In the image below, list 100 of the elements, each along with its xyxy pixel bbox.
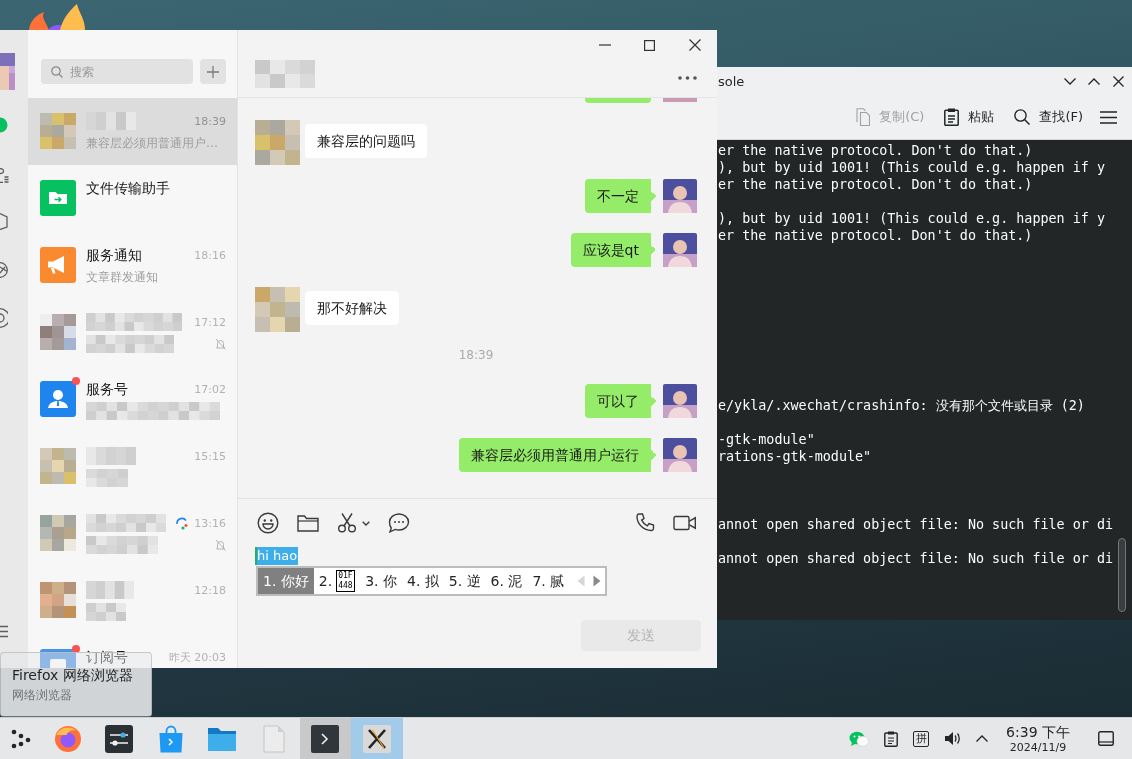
tooltip-title: Firefox 网络浏览器 bbox=[12, 666, 134, 684]
cube-icon[interactable] bbox=[0, 210, 8, 230]
contact-name: 服务通知 bbox=[86, 246, 142, 264]
ime-candidate[interactable]: 7. 腻 bbox=[527, 568, 570, 594]
message-bubble: 不一定 bbox=[585, 179, 656, 213]
window-title: sole bbox=[718, 73, 745, 89]
document-icon bbox=[262, 724, 285, 753]
video-camera-icon[interactable] bbox=[673, 515, 697, 531]
terminal-line: er the native protocol. Don't do that.) bbox=[717, 176, 1034, 193]
pixelated-avatar bbox=[40, 314, 76, 350]
chevron-up-icon[interactable] bbox=[1088, 77, 1100, 85]
close-icon[interactable] bbox=[688, 39, 701, 51]
menu-icon[interactable] bbox=[1100, 110, 1117, 124]
chat-time: 18:39 bbox=[194, 114, 226, 128]
user-avatar[interactable] bbox=[663, 384, 697, 418]
pixelated-avatar bbox=[40, 582, 76, 618]
chat-time: 17:02 bbox=[194, 382, 226, 396]
user-avatar[interactable] bbox=[0, 53, 15, 90]
user-avatar[interactable] bbox=[663, 233, 697, 267]
chat-time: 昨天 20:03 bbox=[168, 649, 226, 665]
pixelated-avatar bbox=[40, 448, 76, 484]
flame-globe-icon bbox=[53, 724, 82, 753]
pixelated-avatar bbox=[255, 120, 300, 165]
clock-date[interactable]: 2024/11/9 bbox=[1009, 740, 1067, 754]
ime-candidate[interactable]: 5. 逆 bbox=[443, 568, 486, 594]
terminal-line: er the native protocol. Don't do that.) bbox=[717, 142, 1034, 159]
maximize-icon[interactable] bbox=[644, 39, 655, 51]
contacts-icon[interactable] bbox=[0, 168, 9, 183]
pixelated-avatar bbox=[40, 515, 76, 551]
terminal-line: annot open shared object file: No such file or di bbox=[717, 516, 1115, 533]
terminal-line: annot open shared object file: No such file or di bbox=[717, 550, 1115, 567]
input-method-button[interactable]: 拼 bbox=[913, 730, 930, 747]
clock-time[interactable]: 6:39 下午 bbox=[1006, 723, 1070, 741]
clipboard-icon[interactable] bbox=[884, 730, 899, 747]
search-field[interactable]: 搜索 bbox=[41, 59, 193, 84]
ime-candidate[interactable]: 4. 拟 bbox=[402, 568, 444, 594]
taskbar-button[interactable] bbox=[299, 718, 351, 759]
caret-icon[interactable] bbox=[362, 520, 370, 526]
terminal-icon bbox=[311, 724, 340, 753]
paste-button[interactable]: 粘贴 bbox=[941, 102, 998, 132]
emoji-icon[interactable] bbox=[257, 512, 279, 534]
scissors-icon[interactable] bbox=[337, 513, 357, 533]
ime-candidate[interactable]: 1. 你好 bbox=[258, 568, 314, 594]
minimize-icon[interactable] bbox=[598, 44, 611, 46]
terminal-line: e/ykla/.xwechat/crashinfo: 没有那个文件或目录 (2) bbox=[717, 397, 1086, 414]
speaker-icon[interactable] bbox=[944, 731, 962, 746]
terminal-line: er the native protocol. Don't do that.) bbox=[717, 227, 1034, 244]
clipboard-icon bbox=[944, 108, 960, 126]
screen-icon[interactable] bbox=[1098, 731, 1114, 746]
phone-icon[interactable] bbox=[635, 513, 655, 533]
chat-bubble-icon[interactable] bbox=[388, 513, 410, 533]
search-icon bbox=[1014, 109, 1031, 125]
scrollbar-thumb[interactable] bbox=[1118, 538, 1126, 612]
missing-glyph-code: 01F448 bbox=[336, 570, 356, 592]
message-preview: 兼容层必须用普通用户… bbox=[86, 135, 218, 152]
message-preview: 文章群发通知 bbox=[86, 269, 158, 286]
user-avatar[interactable] bbox=[663, 179, 697, 213]
ring-icon[interactable] bbox=[0, 308, 8, 328]
pixelated-avatar bbox=[255, 287, 300, 332]
megaphone-tile-icon bbox=[40, 247, 76, 283]
close-icon[interactable] bbox=[1112, 75, 1124, 87]
contact-name: 服务号 bbox=[86, 380, 128, 398]
chat-list-item[interactable]: 文件传输助手 bbox=[28, 165, 237, 232]
terminal-line: -gtk-module" bbox=[717, 431, 816, 448]
flame-logo-icon[interactable] bbox=[27, 4, 85, 30]
pixelated-name bbox=[255, 60, 315, 88]
chat-time: 17:12 bbox=[194, 315, 226, 329]
chat-time: 18:16 bbox=[194, 248, 226, 262]
pixelated-avatar bbox=[40, 113, 76, 149]
ime-candidate[interactable]: 3. 你 bbox=[360, 568, 402, 594]
terminal-line: rations-gtk-module" bbox=[717, 448, 873, 465]
person-tile-icon bbox=[40, 381, 76, 417]
folder-icon[interactable] bbox=[297, 514, 319, 532]
shopping-bag-icon bbox=[157, 724, 184, 753]
next-page-icon[interactable] bbox=[593, 575, 602, 587]
message-bubble: 兼容层的问题吗 bbox=[305, 124, 427, 158]
search-icon bbox=[51, 65, 63, 78]
chat-list-item[interactable]: 订阅号 昨天 20:03 bbox=[28, 634, 237, 668]
more-icon[interactable] bbox=[678, 76, 697, 80]
aperture-icon[interactable] bbox=[0, 262, 8, 278]
find-button[interactable]: 查找(F) bbox=[1011, 102, 1086, 132]
preedit-text: hi hao bbox=[255, 547, 299, 565]
pages-icon bbox=[856, 108, 871, 126]
terminal-line: ), but by uid 1001! (This could e.g. happen if y bbox=[717, 159, 1106, 176]
contact-name: 文件传输助手 bbox=[86, 179, 170, 197]
ime-candidate[interactable]: 6. 泥 bbox=[485, 568, 528, 594]
user-avatar[interactable] bbox=[663, 438, 697, 472]
message-time: 18:39 bbox=[458, 347, 494, 364]
chat-list-item[interactable]: 服务号 17:02 bbox=[28, 366, 237, 433]
terminal-line: ), but by uid 1001! (This could e.g. happen if y bbox=[717, 210, 1106, 227]
chat-time: 12:18 bbox=[194, 583, 226, 597]
folder-tile-icon bbox=[40, 180, 76, 216]
message-bubble: 应该是qt bbox=[570, 233, 656, 267]
dots-icon bbox=[11, 728, 31, 749]
chevron-up-icon[interactable] bbox=[976, 735, 989, 742]
taskbar-button[interactable] bbox=[351, 718, 403, 759]
chevron-down-icon[interactable] bbox=[1064, 77, 1076, 85]
chat-time: 13:16 bbox=[194, 516, 226, 530]
message-bubble: 兼容层必须用普通用户运行 bbox=[459, 438, 656, 472]
chat-list-item[interactable]: 服务通知 18:16 文章群发通知 bbox=[28, 232, 237, 299]
